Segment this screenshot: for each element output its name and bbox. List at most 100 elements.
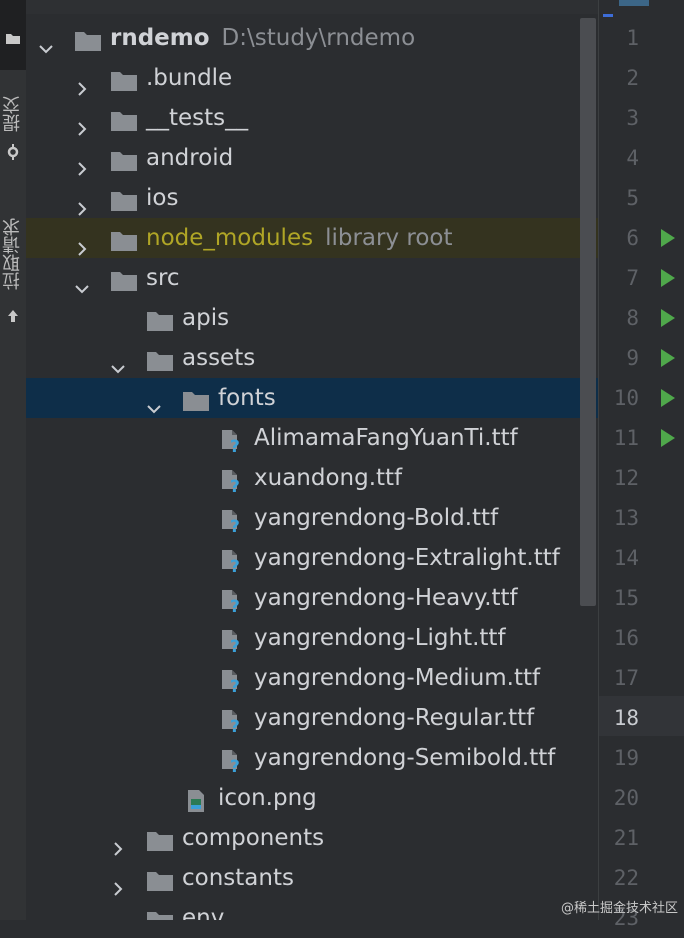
tree-row-yangrendong-medium-ttf[interactable]: ? yangrendong-Medium.ttf xyxy=(26,658,598,698)
tree-row-ios[interactable]: ios xyxy=(26,178,598,218)
run-gutter-icon[interactable] xyxy=(661,269,675,287)
svg-text:?: ? xyxy=(230,477,240,493)
unknown-file-icon: ? xyxy=(218,586,246,617)
line-number: 7 xyxy=(626,266,639,290)
line-number: 9 xyxy=(626,346,639,370)
tree-row-yangrendong-light-ttf[interactable]: ? yangrendong-Light.ttf xyxy=(26,618,598,658)
tree-row-env[interactable]: env xyxy=(26,898,598,920)
tree-row-yangrendong-extralight-ttf[interactable]: ? yangrendong-Extralight.ttf xyxy=(26,538,598,578)
tree-row-label: android xyxy=(146,138,233,178)
unknown-file-icon: ? xyxy=(218,466,246,497)
tree-row-label: yangrendong-Bold.ttf xyxy=(254,498,498,538)
svg-text:?: ? xyxy=(230,517,240,533)
tree-row-label: rndemo D:\study\rndemo xyxy=(110,18,415,58)
line-number: 12 xyxy=(613,466,639,490)
tree-row-yangrendong-semibold-ttf[interactable]: ? yangrendong-Semibold.ttf xyxy=(26,738,598,778)
chevron-down-icon[interactable] xyxy=(74,270,90,294)
tree-row-yangrendong-regular-ttf[interactable]: ? yangrendong-Regular.ttf xyxy=(26,698,598,738)
line-number: 3 xyxy=(626,106,639,130)
line-number: 16 xyxy=(613,626,639,650)
chevron-right-icon[interactable] xyxy=(110,830,126,856)
tree-row-components[interactable]: components xyxy=(26,818,598,858)
tree-row-name: android xyxy=(146,145,234,171)
run-gutter-icon[interactable] xyxy=(661,389,675,407)
chevron-down-icon[interactable] xyxy=(38,30,54,54)
tree-row-xuandong-ttf[interactable]: ? xuandong.ttf xyxy=(26,458,598,498)
line-number: 13 xyxy=(613,506,639,530)
tree-row-label: constants xyxy=(182,858,294,898)
svg-text:?: ? xyxy=(230,557,240,573)
tree-row-bundle[interactable]: .bundle xyxy=(26,58,598,98)
chevron-right-icon[interactable] xyxy=(74,110,90,136)
pull-request-icon xyxy=(8,310,18,322)
tree-row-yangrendong-heavy-ttf[interactable]: ? yangrendong-Heavy.ttf xyxy=(26,578,598,618)
run-gutter-icon[interactable] xyxy=(661,229,675,247)
folder-icon xyxy=(110,106,138,131)
tree-row-label: components xyxy=(182,818,324,858)
folder-icon xyxy=(110,226,138,251)
line-number: 10 xyxy=(613,386,639,410)
line-number: 2 xyxy=(626,66,639,90)
tree-row-label: .bundle xyxy=(146,58,232,98)
editor-tab-indicator xyxy=(619,0,649,6)
svg-text:?: ? xyxy=(230,597,240,613)
line-number: 18 xyxy=(613,706,639,730)
line-number: 14 xyxy=(613,546,639,570)
unknown-file-icon: ? xyxy=(218,626,246,657)
tree-row-name: components xyxy=(182,825,325,851)
tree-row-name: icon.png xyxy=(218,785,317,811)
line-number: 1 xyxy=(626,26,639,50)
tree-row-node-modules[interactable]: node_modules library root xyxy=(26,218,598,258)
pull-request-tab[interactable]: 拉取请求 xyxy=(0,208,26,300)
tree-row-android[interactable]: android xyxy=(26,138,598,178)
chevron-down-icon[interactable] xyxy=(110,350,126,374)
tree-row-alimamafangyuanti-ttf[interactable]: ? AlimamaFangYuanTi.ttf xyxy=(26,418,598,458)
tree-row-fonts[interactable]: fonts xyxy=(26,378,598,418)
tree-row-src[interactable]: src xyxy=(26,258,598,298)
tree-row-apis[interactable]: apis xyxy=(26,298,598,338)
watermark: @稀土掘金技术社区 xyxy=(560,901,678,916)
tree-row-assets[interactable]: assets xyxy=(26,338,598,378)
chevron-right-icon[interactable] xyxy=(74,190,90,216)
project-toolbar xyxy=(26,0,598,15)
tree-row-label: yangrendong-Regular.ttf xyxy=(254,698,534,738)
line-number: 21 xyxy=(613,826,639,850)
tree-row-label: yangrendong-Medium.ttf xyxy=(254,658,540,698)
unknown-file-icon: ? xyxy=(218,546,246,577)
tree-row-rndemo[interactable]: rndemo D:\study\rndemo xyxy=(26,18,598,58)
unknown-file-icon: ? xyxy=(218,746,246,777)
tree-row-name: rndemo xyxy=(110,25,210,51)
chevron-right-icon[interactable] xyxy=(110,910,126,920)
tree-row-name: assets xyxy=(182,345,256,371)
commit-tab[interactable]: 提交 xyxy=(0,88,26,140)
run-gutter-icon[interactable] xyxy=(661,429,675,447)
project-folder-icon xyxy=(6,34,20,44)
tree-row-name: constants xyxy=(182,865,294,891)
tree-row-label: env xyxy=(182,898,224,920)
folder-icon xyxy=(110,186,138,211)
chevron-down-icon[interactable] xyxy=(146,390,162,414)
unknown-file-icon: ? xyxy=(218,706,246,737)
tree-row-yangrendong-bold-ttf[interactable]: ? yangrendong-Bold.ttf xyxy=(26,498,598,538)
chevron-right-icon[interactable] xyxy=(74,150,90,176)
image-file-icon xyxy=(182,786,210,812)
run-gutter-icon[interactable] xyxy=(661,349,675,367)
line-number: 8 xyxy=(626,306,639,330)
chevron-right-icon[interactable] xyxy=(74,70,90,96)
tree-row-label: apis xyxy=(182,298,229,338)
line-number: 4 xyxy=(626,146,639,170)
tree-row-hint: D:\study\rndemo xyxy=(221,25,416,51)
tree-row-label: AlimamaFangYuanTi.ttf xyxy=(254,418,518,458)
chevron-right-icon[interactable] xyxy=(74,230,90,256)
tree-row-label: node_modules library root xyxy=(146,218,453,258)
tree-row-constants[interactable]: constants xyxy=(26,858,598,898)
tree-scrollbar[interactable] xyxy=(580,18,596,606)
folder-icon xyxy=(182,386,210,411)
line-number: 11 xyxy=(613,426,639,450)
editor-gutter: 1 2 3 4 5 6 7 8 9 10 11 12 13 14 15 16 17 18 19 20 21 22 23 xyxy=(598,0,684,930)
chevron-right-icon[interactable] xyxy=(110,870,126,896)
run-gutter-icon[interactable] xyxy=(661,309,675,327)
tree-row-icon-png[interactable]: icon.png xyxy=(26,778,598,818)
project-tree[interactable]: rndemo D:\study\rndemo .bundle __tests__and… xyxy=(26,14,598,920)
tree-row-tests[interactable]: __tests__ xyxy=(26,98,598,138)
